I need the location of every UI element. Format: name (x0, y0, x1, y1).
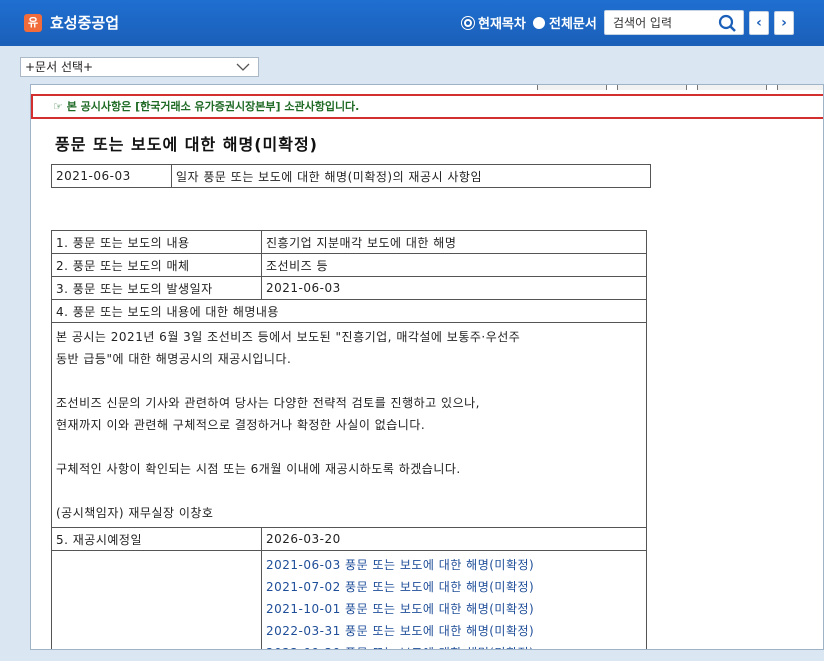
document-select-value: +문서 선택+ (25, 60, 94, 74)
table-row: 2. 풍문 또는 보도의 매체 조선비즈 등 (51, 253, 647, 277)
radio-current-label: 현재목차 (478, 17, 526, 32)
radio-checked-icon[interactable] (462, 16, 474, 29)
history-label-cell (51, 550, 262, 649)
radio-all-label: 전체문서 (549, 17, 597, 32)
prev-button[interactable]: ‹ (749, 11, 769, 35)
summary-date: 2021-06-03 (51, 164, 172, 188)
history-link[interactable]: 2021-06-03 풍문 또는 보도에 대한 해명(미확정) (266, 554, 642, 576)
body-line (56, 370, 642, 392)
table-row: 3. 풍문 또는 보도의 발생일자 2021-06-03 (51, 276, 647, 300)
table-row: 2021-06-03 풍문 또는 보도에 대한 해명(미확정) 2021-07-… (51, 550, 647, 649)
summary-table: 2021-06-03 일자 풍문 또는 보도에 대한 해명(미확정)의 재공시 … (51, 164, 651, 188)
row-value: 진흥기업 지분매각 보도에 대한 해명 (261, 230, 647, 254)
search-input[interactable] (613, 15, 717, 31)
body-line: 현재까지 이와 관련해 구체적으로 결정하거나 확정한 사실이 없습니다. (56, 418, 426, 432)
section4-body: 본 공시는 2021년 6월 3일 조선비즈 등에서 보도된 "진흥기업, 매각… (51, 322, 647, 528)
document-title: 풍문 또는 보도에 대한 해명(미확정) (55, 135, 318, 154)
document-viewer[interactable]: ☞ 본 공시사항은 [한국거래소 유가증권시장본부] 소관사항입니다. 풍문 또… (30, 84, 824, 650)
document-select[interactable]: +문서 선택+ (20, 57, 259, 77)
history-link[interactable]: 2021-07-02 풍문 또는 보도에 대한 해명(미확정) (266, 576, 642, 598)
search-box (604, 10, 744, 35)
table-row: 1. 풍문 또는 보도의 내용 진흥기업 지분매각 보도에 대한 해명 (51, 230, 647, 254)
body-line: 구체적인 사항이 확인되는 시점 또는 6개월 이내에 재공시하도록 하겠습니다… (56, 462, 461, 476)
row-label: 2. 풍문 또는 보도의 매체 (51, 253, 262, 277)
body-line: 동반 급등"에 대한 해명공시의 재공시입니다. (56, 352, 292, 366)
company-name: 효성중공업 (50, 14, 120, 32)
table-row: 4. 풍문 또는 보도의 내용에 대한 해명내용 (51, 299, 647, 323)
search-icon[interactable] (718, 14, 738, 32)
radio-unchecked-icon[interactable] (533, 16, 545, 29)
toolbar-tab[interactable] (537, 85, 607, 90)
body-line: 조선비즈 신문의 기사와 관련하여 당사는 다양한 전략적 검토를 진행하고 있… (56, 396, 480, 410)
detail-table: 1. 풍문 또는 보도의 내용 진흥기업 지분매각 보도에 대한 해명 2. 풍… (51, 230, 647, 649)
body-line (56, 480, 642, 502)
section4-label: 4. 풍문 또는 보도의 내용에 대한 해명내용 (51, 299, 647, 323)
row-label: 3. 풍문 또는 보도의 발생일자 (51, 276, 262, 300)
body-line (56, 436, 642, 458)
jurisdiction-notice: ☞ 본 공시사항은 [한국거래소 유가증권시장본부] 소관사항입니다. (31, 94, 823, 119)
company-logo-icon: 유 (24, 14, 42, 32)
body-line: (공시책임자) 재무실장 이창호 (56, 506, 214, 520)
toolbar-tab[interactable] (617, 85, 687, 90)
row-value: 2021-06-03 (261, 276, 647, 300)
history-link[interactable]: 2022-03-31 풍문 또는 보도에 대한 해명(미확정) (266, 620, 642, 642)
row-value: 조선비즈 등 (261, 253, 647, 277)
table-row: 5. 재공시예정일 2026-03-20 (51, 527, 647, 551)
viewer-toolbar (537, 85, 823, 90)
body-line: 본 공시는 2021년 6월 3일 조선비즈 등에서 보도된 "진흥기업, 매각… (56, 330, 521, 344)
chevron-down-icon (236, 63, 250, 71)
top-header: 유 효성중공업 현재목차 전체문서 ‹ › (0, 0, 824, 46)
summary-text: 일자 풍문 또는 보도에 대한 해명(미확정)의 재공시 사항임 (171, 164, 651, 188)
radio-all-docs[interactable]: 전체문서 (533, 13, 597, 32)
row-label: 1. 풍문 또는 보도의 내용 (51, 230, 262, 254)
section5-value: 2026-03-20 (261, 527, 647, 551)
radio-current-toc[interactable]: 현재목차 (462, 13, 526, 32)
history-link[interactable]: 2022-09-30 풍문 또는 보도에 대한 해명(미확정) (266, 642, 642, 649)
next-button[interactable]: › (774, 11, 794, 35)
table-row: 본 공시는 2021년 6월 3일 조선비즈 등에서 보도된 "진흥기업, 매각… (51, 322, 647, 528)
section5-label: 5. 재공시예정일 (51, 527, 262, 551)
toolbar-tab[interactable] (777, 85, 823, 90)
history-list: 2021-06-03 풍문 또는 보도에 대한 해명(미확정) 2021-07-… (261, 550, 647, 649)
history-link[interactable]: 2021-10-01 풍문 또는 보도에 대한 해명(미확정) (266, 598, 642, 620)
toolbar-tab[interactable] (697, 85, 767, 90)
